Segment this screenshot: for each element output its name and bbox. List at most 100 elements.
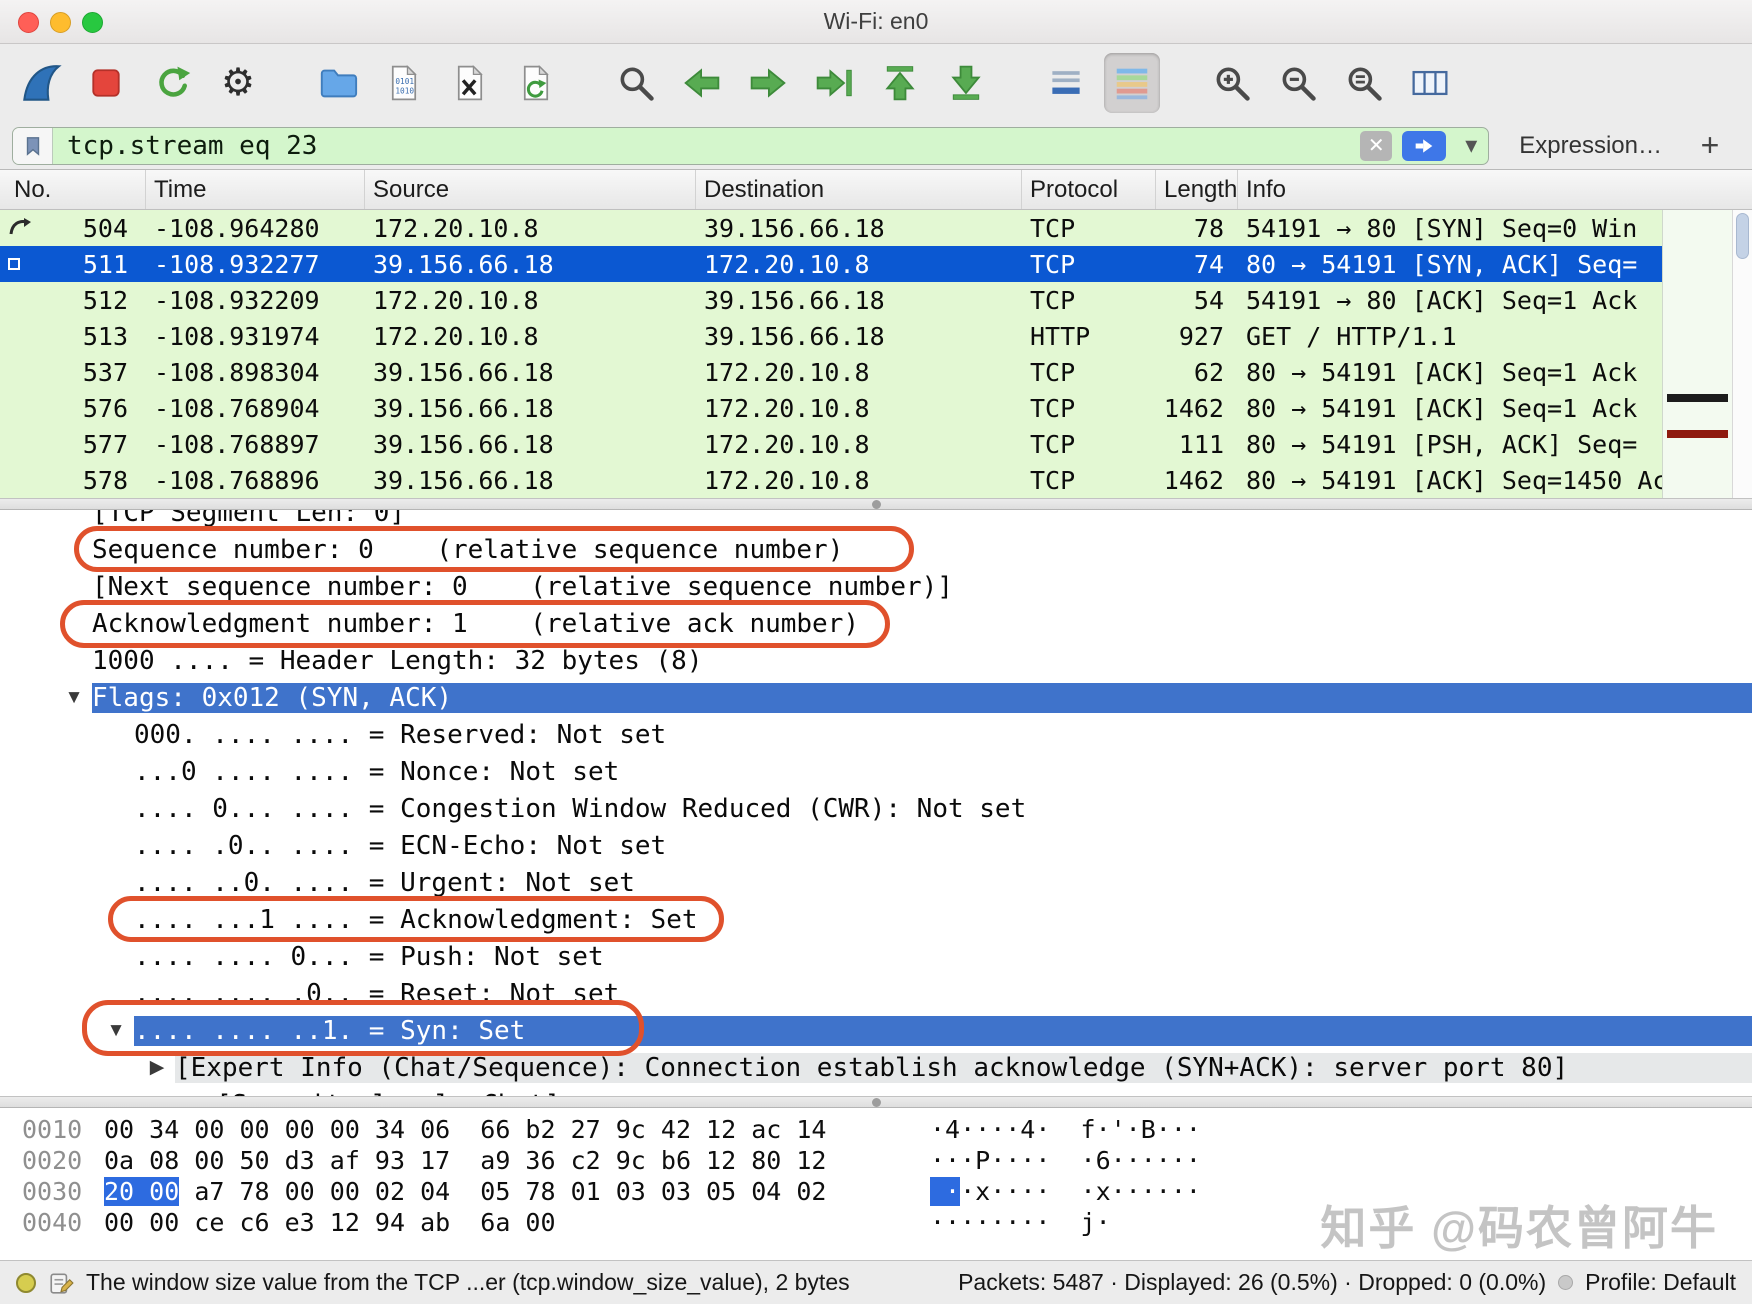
hex-row-0010[interactable]: 0010 00 34 00 00 00 00 34 06 66 b2 27 9c … bbox=[0, 1114, 1752, 1145]
hex-ascii[interactable]: ········ j· bbox=[874, 1208, 1111, 1237]
zoom-window-button[interactable] bbox=[82, 12, 103, 33]
hex-ascii[interactable]: ·4····4· f·'·B··· bbox=[874, 1115, 1201, 1144]
minimize-window-button[interactable] bbox=[50, 12, 71, 33]
cell-length: 1462 bbox=[1163, 393, 1224, 423]
packet-row-576[interactable]: 576 -108.768904 39.156.66.18 172.20.10.8 TCP… bbox=[0, 390, 1662, 426]
display-filter-field[interactable]: tcp.stream eq 23 ✕ ▾ bbox=[12, 126, 1490, 165]
toolbar-button-reload-file[interactable] bbox=[508, 53, 564, 113]
toolbar-button-colorize[interactable] bbox=[1104, 53, 1160, 113]
toolbar-button-zoom-reset[interactable] bbox=[1336, 53, 1392, 113]
toolbar-button-go-last[interactable] bbox=[938, 53, 994, 113]
hex-ascii[interactable]: ···P···· ·6······ bbox=[874, 1146, 1201, 1175]
column-header-info[interactable]: Info bbox=[1238, 170, 1752, 209]
toolbar-button-resize-columns[interactable] bbox=[1402, 53, 1458, 113]
column-header-time[interactable]: Time bbox=[146, 170, 365, 209]
cell-no: 504 bbox=[0, 210, 146, 246]
detail-line-13[interactable]: .... .... .0.. = Reset: Not set bbox=[0, 975, 1752, 1012]
detail-line-11[interactable]: .... ...1 .... = Acknowledgment: Set bbox=[0, 901, 1752, 938]
packet-list-scrollbar[interactable] bbox=[1732, 210, 1752, 498]
toolbar-button-go-to-packet[interactable] bbox=[806, 53, 862, 113]
detail-line-9[interactable]: .... .0.. .... = ECN-Echo: Not set bbox=[0, 827, 1752, 864]
expander-right-icon[interactable]: ▶ bbox=[139, 1056, 175, 1079]
detail-line-4[interactable]: 1000 .... = Header Length: 32 bytes (8) bbox=[0, 642, 1752, 679]
expander-down-icon[interactable]: ▼ bbox=[98, 1020, 134, 1042]
detail-line-text: 000. .... .... = Reserved: Not set bbox=[134, 719, 667, 750]
detail-line-8[interactable]: .... 0... .... = Congestion Window Reduc… bbox=[0, 790, 1752, 827]
toolbar-button-zoom-out[interactable] bbox=[1270, 53, 1326, 113]
detail-line-5[interactable]: ▼ Flags: 0x012 (SYN, ACK) bbox=[0, 679, 1752, 716]
column-header-no[interactable]: No. bbox=[0, 170, 146, 209]
ascii-selected-chars[interactable]: · bbox=[930, 1177, 961, 1206]
capture-comment-icon[interactable] bbox=[48, 1270, 74, 1296]
column-header-protocol[interactable]: Protocol bbox=[1022, 170, 1156, 209]
display-filter-input[interactable]: tcp.stream eq 23 bbox=[53, 131, 1360, 161]
status-profile[interactable]: Profile: Default bbox=[1585, 1269, 1736, 1296]
arrow-bottom-icon bbox=[951, 65, 981, 100]
add-filter-button[interactable]: + bbox=[1688, 127, 1732, 164]
scrollbar-thumb[interactable] bbox=[1736, 213, 1749, 259]
packet-row-511[interactable]: 511 -108.932277 39.156.66.18 172.20.10.8 TCP… bbox=[0, 246, 1662, 282]
cell-protocol: TCP bbox=[1030, 429, 1076, 459]
detail-line-7[interactable]: ...0 .... .... = Nonce: Not set bbox=[0, 753, 1752, 790]
hex-bytes[interactable]: 00 00 ce c6 e3 12 94 ab 6a 00 bbox=[104, 1208, 874, 1237]
hex-row-0030[interactable]: 0030 20 00 a7 78 00 00 02 04 05 78 01 03 … bbox=[0, 1176, 1752, 1207]
hex-bytes[interactable]: 00 34 00 00 00 00 34 06 66 b2 27 9c 42 1… bbox=[104, 1115, 874, 1144]
packet-rows: 504 -108.964280 172.20.10.8 39.156.66.18 TCP… bbox=[0, 210, 1662, 498]
detail-line-3[interactable]: Acknowledgment number: 1 (relative ack n… bbox=[0, 605, 1752, 642]
expression-button[interactable]: Expression… bbox=[1519, 132, 1662, 160]
hex-bytes[interactable]: 0a 08 00 50 d3 af 93 17 a9 36 c2 9c b6 1… bbox=[104, 1146, 874, 1175]
close-window-button[interactable] bbox=[18, 12, 39, 33]
toolbar-button-stop-capture[interactable] bbox=[78, 53, 134, 113]
detail-line-10[interactable]: .... ..0. .... = Urgent: Not set bbox=[0, 864, 1752, 901]
packet-list-header: No. Time Source Destination Protocol Length In… bbox=[0, 170, 1752, 210]
toolbar-button-open-file[interactable] bbox=[310, 53, 366, 113]
expert-info-icon[interactable] bbox=[16, 1272, 36, 1293]
hex-row-0040[interactable]: 0040 00 00 ce c6 e3 12 94 ab 6a 00 ·······… bbox=[0, 1207, 1752, 1238]
packet-row-513[interactable]: 513 -108.931974 172.20.10.8 39.156.66.18 HTT… bbox=[0, 318, 1662, 354]
detail-line-0[interactable]: [TCP Segment Len: 0] bbox=[0, 510, 1752, 531]
packet-row-577[interactable]: 577 -108.768897 39.156.66.18 172.20.10.8 TCP… bbox=[0, 426, 1662, 462]
packet-list-body: 504 -108.964280 172.20.10.8 39.156.66.18 TCP… bbox=[0, 210, 1752, 498]
detail-line-12[interactable]: .... .... 0... = Push: Not set bbox=[0, 938, 1752, 975]
detail-line-14[interactable]: ▼.... .... ..1. = Syn: Set bbox=[0, 1012, 1752, 1049]
toolbar-button-auto-scroll[interactable] bbox=[1038, 53, 1094, 113]
packet-row-537[interactable]: 537 -108.898304 39.156.66.18 172.20.10.8 TCP… bbox=[0, 354, 1662, 390]
toolbar-button-save-file[interactable]: 0101 1010 bbox=[376, 53, 432, 113]
cell-info: 80 → 54191 [ACK] Seq=1 Ack bbox=[1246, 393, 1638, 423]
cell-destination: 39.156.66.18 bbox=[704, 285, 885, 315]
toolbar-button-capture-options[interactable]: ⚙ bbox=[210, 53, 266, 113]
hex-ascii[interactable]: ··x···· ·x······ bbox=[874, 1177, 1201, 1206]
toolbar-button-restart-capture[interactable] bbox=[144, 53, 200, 113]
column-header-destination[interactable]: Destination bbox=[696, 170, 1022, 209]
column-header-source[interactable]: Source bbox=[365, 170, 696, 209]
column-header-length[interactable]: Length bbox=[1156, 170, 1238, 209]
toolbar-button-go-first[interactable] bbox=[872, 53, 928, 113]
hex-row-0020[interactable]: 0020 0a 08 00 50 d3 af 93 17 a9 36 c2 9c … bbox=[0, 1145, 1752, 1176]
document-binary-icon: 01011010 bbox=[391, 65, 417, 101]
hex-selected-bytes[interactable]: 20 00 bbox=[104, 1177, 180, 1206]
hex-bytes[interactable]: 20 00 a7 78 00 00 02 04 05 78 01 03 03 0… bbox=[104, 1177, 874, 1206]
packet-row-578[interactable]: 578 -108.768896 39.156.66.18 172.20.10.8 TCP… bbox=[0, 462, 1662, 498]
detail-line-15[interactable]: ▶ [Expert Info (Chat/Sequence): Connectio… bbox=[0, 1049, 1752, 1086]
detail-line-2[interactable]: [Next sequence number: 0 (relative seque… bbox=[0, 568, 1752, 605]
toolbar-button-start-capture[interactable] bbox=[12, 53, 68, 113]
filter-apply-button[interactable] bbox=[1402, 130, 1447, 161]
detail-line-1[interactable]: Sequence number: 0 (relative sequence nu… bbox=[0, 531, 1752, 568]
toolbar-button-zoom-in[interactable] bbox=[1204, 53, 1260, 113]
magnifier-icon bbox=[620, 67, 654, 101]
toolbar-button-go-forward[interactable] bbox=[740, 53, 796, 113]
pane-splitter-top[interactable] bbox=[0, 498, 1752, 510]
toolbar-button-find-packet[interactable] bbox=[608, 53, 664, 113]
filter-clear-button[interactable]: ✕ bbox=[1360, 130, 1393, 161]
detail-line-6[interactable]: 000. .... .... = Reserved: Not set bbox=[0, 716, 1752, 753]
expander-down-icon[interactable]: ▼ bbox=[56, 687, 92, 709]
packet-list-minimap[interactable] bbox=[1662, 210, 1732, 498]
filter-bookmark-icon[interactable] bbox=[13, 127, 53, 164]
detail-line-16[interactable]: [Severity level: Chat] bbox=[0, 1086, 1752, 1097]
pane-splitter-bottom[interactable] bbox=[0, 1096, 1752, 1108]
toolbar-button-close-file[interactable] bbox=[442, 53, 498, 113]
packet-row-512[interactable]: 512 -108.932209 172.20.10.8 39.156.66.18 TCP… bbox=[0, 282, 1662, 318]
filter-dropdown-icon[interactable]: ▾ bbox=[1454, 131, 1488, 160]
packet-row-504[interactable]: 504 -108.964280 172.20.10.8 39.156.66.18 TCP… bbox=[0, 210, 1662, 246]
toolbar-button-go-back[interactable] bbox=[674, 53, 730, 113]
